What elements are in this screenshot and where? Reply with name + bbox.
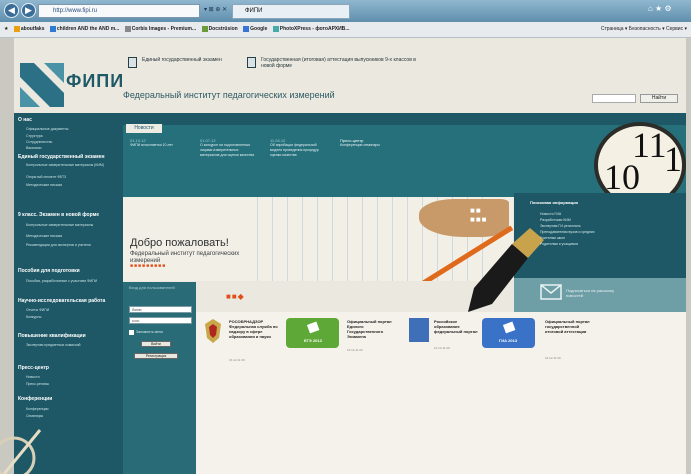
tab-news[interactable]: Новости <box>126 124 162 133</box>
sidebar-section-title[interactable]: Пособия для подготовки <box>18 268 80 274</box>
sidebar-item[interactable]: Методические письма <box>26 234 114 239</box>
remember-checkbox[interactable] <box>129 330 134 335</box>
compass-decor-icon <box>0 429 42 474</box>
search-panel-item[interactable]: Родителям и учащимся <box>540 242 578 246</box>
search-panel-item[interactable]: Преподавателям вузов и средних <box>540 230 595 234</box>
sidebar-item[interactable]: Новости <box>26 375 114 380</box>
address-bar[interactable]: http://www.fipi.ru <box>38 4 200 18</box>
clock-numeral-1: 1 <box>664 139 682 179</box>
coat-of-arms-icon[interactable] <box>203 318 223 344</box>
edu-portal-logo-icon[interactable] <box>409 318 429 342</box>
header-link-gia[interactable]: Государственная (итоговая) аттестация вы… <box>261 57 421 69</box>
card-title[interactable]: Российское образование федеральный порта… <box>434 319 478 334</box>
fipi-logo-icon[interactable] <box>20 63 64 107</box>
sidebar-section-title[interactable]: Научно-исследовательская работа <box>18 298 105 304</box>
search-button[interactable]: Найти <box>640 94 678 103</box>
sidebar-item[interactable]: Контрольные измерительные материалы <box>26 223 114 228</box>
browser-titlebar: ◀ ▶ http://www.fipi.ru ▾ ⊠ ⊕ ✕ ФИПИ ⌂ ★ … <box>0 0 691 22</box>
header-link-ege[interactable]: Единый государственный экзамен <box>142 57 232 63</box>
newsletter-text[interactable]: Подписаться на рассылку новостей <box>566 288 626 298</box>
card-meta: 10.12.11 09 <box>434 346 450 350</box>
search-panel-item[interactable]: Учителям школ <box>540 236 565 240</box>
sidebar-item[interactable]: Контрольные измерительные материалы (КИМ… <box>26 163 114 168</box>
tab-fipi[interactable]: ФИПИ <box>232 4 350 19</box>
fav-item-6[interactable]: PhotoXPress - фотоАРХИВ... <box>272 22 349 37</box>
sidebar-section-title[interactable]: Пресс-центр <box>18 365 49 371</box>
card-meta: 10.12.11 09 <box>347 348 363 352</box>
sidebar-item[interactable]: Конкурсы <box>26 315 114 320</box>
sidebar-section-title[interactable]: О нас <box>18 117 32 123</box>
favorite-star-icon[interactable]: ★ <box>4 22 8 37</box>
news-item[interactable]: Об апробации федеральной модели проведен… <box>270 143 328 158</box>
forward-icon[interactable]: ▶ <box>21 3 36 18</box>
logo-text[interactable]: ФИПИ <box>66 71 124 92</box>
sidebar-item[interactable]: Пособия, разработанные с участием ФИПИ <box>26 279 114 284</box>
sidebar-item[interactable]: Рекомендации для экспертов и учителя <box>26 243 114 248</box>
book-icon <box>128 57 137 68</box>
book-icon-2 <box>247 57 256 68</box>
fav-item-3[interactable]: Corbis Images - Premium... <box>124 22 196 37</box>
search-panel-item[interactable]: Новости ГИА <box>540 212 561 216</box>
screen: ◀ ▶ http://www.fipi.ru ▾ ⊠ ⊕ ✕ ФИПИ ⌂ ★ … <box>0 0 691 474</box>
password-input[interactable]: •••••• <box>129 317 192 324</box>
login-button[interactable]: Войти <box>141 341 171 347</box>
welcome-dots-icon: ■■■■■■■■■ <box>130 263 167 269</box>
gia-banner[interactable]: ГИА 2013 <box>482 318 535 348</box>
fav-item-2[interactable]: children AND the AND m... <box>49 22 119 37</box>
sidebar-item[interactable]: Пресс-релизы <box>26 382 114 387</box>
card-meta: 16.12.11 09 <box>229 358 245 362</box>
sidebar-item[interactable]: Экспертам предметных комиссий <box>26 343 114 348</box>
ege-banner[interactable]: ЕГЭ 2013 <box>286 318 339 348</box>
ege-badge: ЕГЭ 2013 <box>304 338 322 343</box>
sidebar-section-title[interactable]: 9 класс. Экзамен в новой форме <box>18 212 99 218</box>
sidebar-item[interactable]: Структура <box>26 134 114 139</box>
sidebar-section-title[interactable]: Единый государственный экзамен <box>18 154 105 160</box>
fav-item-4[interactable]: Docstrüsion <box>201 22 238 37</box>
welcome-heading: Добро пожаловать! <box>130 237 229 249</box>
fav-item-1[interactable]: aboutfaks <box>13 22 45 37</box>
search-panel-title: Поисковая информация <box>530 200 579 205</box>
partners-dots-icon: ■■◆ <box>226 292 245 301</box>
address-controls[interactable]: ▾ ⊠ ⊕ ✕ <box>204 6 227 13</box>
sidebar-item[interactable]: Сотрудничество <box>26 140 114 145</box>
login-input[interactable]: Логин <box>129 306 192 313</box>
press-text[interactable]: Конференции семинары <box>340 143 380 148</box>
search-panel-item[interactable]: Разработчики КИМ <box>540 218 571 222</box>
site-title: Федеральный институт педагогических изме… <box>123 90 335 100</box>
remember-label: Запомнить меня <box>136 330 163 334</box>
toolbar-menu[interactable]: Страница ▾ Безопасность ▾ Сервис ▾ <box>601 22 687 38</box>
favorites-bar: ★ aboutfaks children AND the AND m... Co… <box>0 22 691 38</box>
news-item[interactable]: О конкурсе на подготовленных лицами изме… <box>200 143 258 158</box>
card-title[interactable]: Официальный портал Единого Государственн… <box>347 319 399 339</box>
card-title[interactable]: РОСОБРНАДЗОР Федеральная служба по надзо… <box>229 319 281 339</box>
top-band <box>123 113 686 125</box>
gia-badge: ГИА 2013 <box>499 338 518 343</box>
sidebar-item[interactable]: Вакансии <box>26 146 114 151</box>
search-panel-item[interactable]: Экспертам ГИ региональ <box>540 224 581 228</box>
envelope-icon <box>540 284 562 300</box>
sidebar-item[interactable]: Открытый сегмент ФБТЗ <box>26 175 114 180</box>
search-input[interactable] <box>592 94 636 103</box>
back-icon[interactable]: ◀ <box>4 3 19 18</box>
login-title: Вход для пользователей <box>129 285 175 290</box>
home-star-gear-icons[interactable]: ⌂ ★ ⚙ <box>648 4 672 13</box>
clock-numeral-10: 10 <box>604 157 640 197</box>
sidebar-item[interactable]: Методические письма <box>26 183 114 188</box>
news-item[interactable]: ФИПИ исполняется 10 лет <box>130 143 188 148</box>
card-title[interactable]: Официальный портал государственной итого… <box>545 319 597 334</box>
fav-item-5[interactable]: Google <box>243 22 267 37</box>
sidebar-item[interactable]: Официальные документы <box>26 127 114 132</box>
sidebar-section-title[interactable]: Повышение квалификации <box>18 333 86 339</box>
card-meta: 10.12.11 09 <box>545 356 561 360</box>
register-button[interactable]: Регистрация <box>134 353 178 359</box>
sidebar-item[interactable]: Отчеты ФИПИ <box>26 308 114 313</box>
